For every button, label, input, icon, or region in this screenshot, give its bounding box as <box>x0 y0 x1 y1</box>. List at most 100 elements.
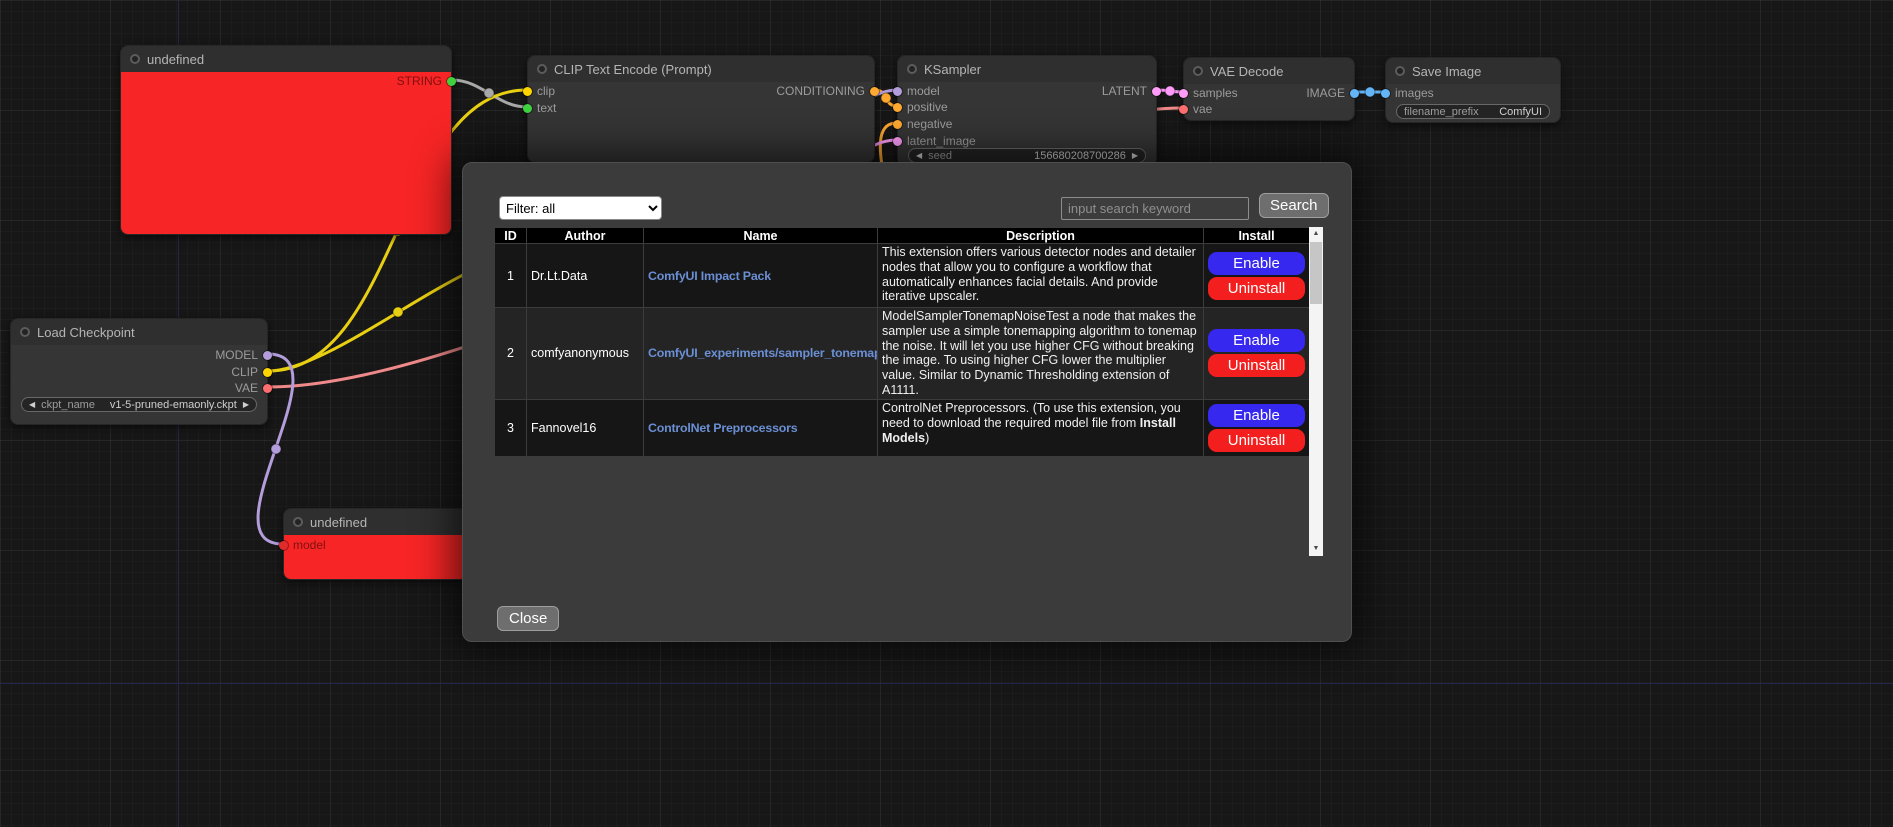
node-vae-decode[interactable]: VAE Decode samples vae IMAGE <box>1183 57 1355 121</box>
slot-dot[interactable] <box>1179 89 1188 98</box>
node-collapse-dot-icon[interactable] <box>537 64 547 74</box>
extension-description: ModelSamplerTonemapNoiseTest a node that… <box>878 308 1204 400</box>
output-slot-vae[interactable]: VAE <box>235 381 272 395</box>
filter-select[interactable]: Filter: all <box>499 196 662 220</box>
node-collapse-dot-icon[interactable] <box>130 54 140 64</box>
output-slot-image[interactable]: IMAGE <box>1306 86 1359 100</box>
slot-dot[interactable] <box>279 541 288 550</box>
node-collapse-dot-icon[interactable] <box>20 327 30 337</box>
node-undefined-bottom[interactable]: undefined model <box>283 508 468 580</box>
node-titlebar[interactable]: CLIP Text Encode (Prompt) <box>528 56 874 82</box>
node-save-image[interactable]: Save Image images filename_prefix ComfyU… <box>1385 57 1561 123</box>
widget-label: filename_prefix <box>1404 106 1493 118</box>
node-load-checkpoint[interactable]: Load Checkpoint MODEL CLIP VAE ◀ ckpt_na… <box>10 318 268 425</box>
increment-arrow-icon[interactable]: ▶ <box>1132 152 1138 160</box>
filename-prefix-widget[interactable]: filename_prefix ComfyUI <box>1396 104 1550 119</box>
node-titlebar[interactable]: KSampler <box>898 56 1156 82</box>
uninstall-button[interactable]: Uninstall <box>1208 277 1305 300</box>
node-collapse-dot-icon[interactable] <box>293 517 303 527</box>
seed-widget[interactable]: ◀ seed 156680208700286 ▶ <box>908 148 1146 163</box>
node-undefined-top[interactable]: undefined STRING <box>120 45 452 235</box>
slot-dot[interactable] <box>893 120 902 129</box>
node-titlebar[interactable]: Save Image <box>1386 58 1560 84</box>
scroll-up-arrow-icon[interactable]: ▲ <box>1309 227 1323 241</box>
slot-label: latent_image <box>907 134 976 148</box>
slot-dot[interactable] <box>1179 105 1188 114</box>
extension-link[interactable]: ComfyUI_experiments/sampler_tonemap <box>648 346 878 360</box>
ckpt-name-widget[interactable]: ◀ ckpt_name v1-5-pruned-emaonly.ckpt ▶ <box>21 397 257 412</box>
node-collapse-dot-icon[interactable] <box>907 64 917 74</box>
slot-dot[interactable] <box>523 87 532 96</box>
slot-label: positive <box>907 100 948 114</box>
decrement-arrow-icon[interactable]: ◀ <box>916 152 922 160</box>
slot-dot[interactable] <box>870 87 879 96</box>
node-title: CLIP Text Encode (Prompt) <box>554 62 712 77</box>
node-clip-text-encode[interactable]: CLIP Text Encode (Prompt) clip text COND… <box>527 55 875 163</box>
output-slot-clip[interactable]: CLIP <box>231 365 272 379</box>
slot-dot[interactable] <box>1350 89 1359 98</box>
slot-label: images <box>1395 86 1434 100</box>
scrollbar-thumb[interactable] <box>1310 242 1322 304</box>
link-dot <box>271 444 281 454</box>
output-slot-model[interactable]: MODEL <box>215 348 272 362</box>
uninstall-button[interactable]: Uninstall <box>1208 354 1305 377</box>
node-ksampler[interactable]: KSampler model positive negative latent_… <box>897 55 1157 167</box>
slot-dot[interactable] <box>523 104 532 113</box>
input-slot-text[interactable]: text <box>523 101 556 115</box>
output-slot-conditioning[interactable]: CONDITIONING <box>776 84 879 98</box>
output-slot-latent[interactable]: LATENT <box>1102 84 1161 98</box>
next-arrow-icon[interactable]: ▶ <box>243 401 249 409</box>
node-body <box>121 72 451 234</box>
node-titlebar[interactable]: undefined <box>284 509 467 535</box>
enable-button[interactable]: Enable <box>1208 252 1305 275</box>
input-slot-negative[interactable]: negative <box>893 117 952 131</box>
uninstall-button[interactable]: Uninstall <box>1208 429 1305 452</box>
node-collapse-dot-icon[interactable] <box>1395 66 1405 76</box>
node-title: Load Checkpoint <box>37 325 135 340</box>
slot-dot[interactable] <box>893 87 902 96</box>
search-button[interactable]: Search <box>1259 193 1329 218</box>
output-slot-string[interactable]: STRING <box>397 74 456 88</box>
input-slot-positive[interactable]: positive <box>893 100 948 114</box>
slot-dot[interactable] <box>893 103 902 112</box>
input-slot-model[interactable]: model <box>893 84 940 98</box>
scroll-down-arrow-icon[interactable]: ▼ <box>1309 542 1323 556</box>
table-scrollbar[interactable]: ▲ ▼ <box>1309 227 1323 556</box>
extension-link[interactable]: ComfyUI Impact Pack <box>648 269 771 283</box>
enable-button[interactable]: Enable <box>1208 329 1305 352</box>
widget-value: v1-5-pruned-emaonly.ckpt <box>110 399 237 411</box>
enable-button[interactable]: Enable <box>1208 404 1305 427</box>
extension-manager-dialog: Filter: all Search ID Author Name Descri… <box>462 162 1352 642</box>
previous-arrow-icon[interactable]: ◀ <box>29 401 35 409</box>
close-button[interactable]: Close <box>497 606 559 631</box>
extension-author: comfyanonymous <box>527 308 644 400</box>
extension-link[interactable]: ControlNet Preprocessors <box>648 421 797 435</box>
node-titlebar[interactable]: undefined <box>121 46 451 72</box>
node-titlebar[interactable]: VAE Decode <box>1184 58 1354 84</box>
widget-value: ComfyUI <box>1499 106 1542 118</box>
slot-dot[interactable] <box>893 137 902 146</box>
slot-dot[interactable] <box>447 77 456 86</box>
slot-dot[interactable] <box>1381 89 1390 98</box>
node-titlebar[interactable]: Load Checkpoint <box>11 319 267 345</box>
header-author: Author <box>527 228 644 244</box>
slot-label: CONDITIONING <box>776 84 865 98</box>
input-slot-samples[interactable]: samples <box>1179 86 1238 100</box>
slot-dot[interactable] <box>1152 87 1161 96</box>
input-slot-latent-image[interactable]: latent_image <box>893 134 976 148</box>
input-slot-vae[interactable]: vae <box>1179 102 1212 116</box>
link-dot <box>1365 87 1375 97</box>
description-text: ControlNet Preprocessors. (To use this e… <box>882 401 1181 430</box>
slot-dot[interactable] <box>263 351 272 360</box>
widget-value: 156680208700286 <box>1034 150 1126 162</box>
node-collapse-dot-icon[interactable] <box>1193 66 1203 76</box>
slot-label: IMAGE <box>1306 86 1345 100</box>
slot-label: model <box>293 538 326 552</box>
input-slot-images[interactable]: images <box>1381 86 1434 100</box>
input-slot-model[interactable]: model <box>279 538 326 552</box>
slot-dot[interactable] <box>263 368 272 377</box>
search-input[interactable] <box>1061 197 1249 220</box>
slot-dot[interactable] <box>263 384 272 393</box>
extension-id: 3 <box>495 399 527 456</box>
input-slot-clip[interactable]: clip <box>523 84 555 98</box>
